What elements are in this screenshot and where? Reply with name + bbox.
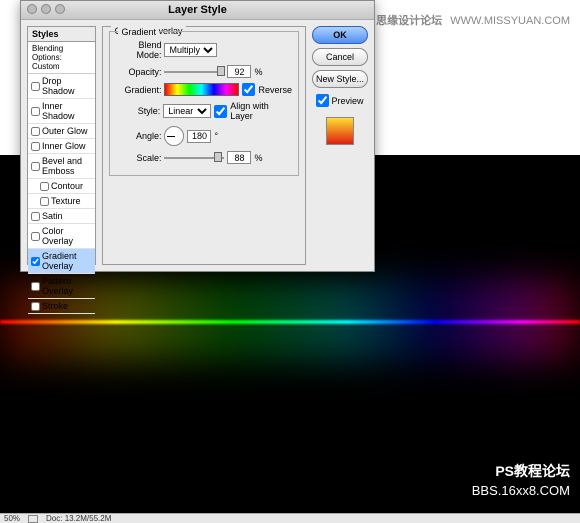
style-checkbox[interactable] [31,282,40,291]
style-checkbox[interactable] [31,127,40,136]
style-label: Bevel and Emboss [42,156,92,176]
preview-swatch [326,117,354,145]
group-title: Gradient [118,27,159,37]
zoom-level[interactable]: 50% [4,514,20,523]
style-label: Gradient Overlay [42,251,92,271]
style-item-pattern-overlay[interactable]: Pattern Overlay [28,274,95,299]
angle-unit: ° [214,131,218,141]
style-item-color-overlay[interactable]: Color Overlay [28,224,95,249]
opacity-unit: % [254,67,262,77]
style-label: Style: [116,106,160,116]
align-label: Align with Layer [230,101,292,121]
scale-slider[interactable] [164,157,224,159]
style-checkbox[interactable] [40,182,49,191]
styles-panel: Styles Blending Options: Custom Drop Sha… [27,26,96,265]
style-item-bevel-and-emboss[interactable]: Bevel and Emboss [28,154,95,179]
preview-label: Preview [331,96,363,106]
opacity-row: Opacity: % [116,65,292,78]
gradient-label: Gradient: [116,85,161,95]
style-checkbox[interactable] [31,232,40,241]
style-item-inner-glow[interactable]: Inner Glow [28,139,95,154]
watermark-cn: 思缘设计论坛 [376,15,442,27]
style-checkbox[interactable] [31,212,40,221]
scale-row: Scale: % [116,151,292,164]
style-label: Color Overlay [42,226,92,246]
opacity-input[interactable] [227,65,251,78]
doc-size: Doc: 13.2M/55.2M [46,514,111,523]
style-label: Inner Shadow [42,101,92,121]
scale-unit: % [254,153,262,163]
gradient-fieldset: Gradient Blend Mode: Multiply Opacity: %… [109,31,299,176]
status-bar: 50% Doc: 13.2M/55.2M [0,513,580,523]
reverse-label: Reverse [258,85,292,95]
style-checkbox[interactable] [40,197,49,206]
style-label: Stroke [42,301,68,311]
angle-input[interactable] [187,130,211,143]
rainbow-line [0,320,580,324]
scale-label: Scale: [116,153,161,163]
style-label: Contour [51,181,83,191]
watermark-url: WWW.MISSYUAN.COM [450,15,570,27]
settings-panel: Gradient Overlay Gradient Blend Mode: Mu… [102,26,306,265]
style-item-drop-shadow[interactable]: Drop Shadow [28,74,95,99]
style-label: Texture [51,196,81,206]
style-item-gradient-overlay[interactable]: Gradient Overlay [28,249,95,274]
blend-mode-label: Blend Mode: [116,40,161,60]
style-label: Pattern Overlay [42,276,92,296]
style-label: Drop Shadow [42,76,92,96]
style-checkbox[interactable] [31,257,40,266]
angle-dial[interactable] [164,126,184,146]
style-row: Style: Linear Align with Layer [116,101,292,121]
dialog-title: Layer Style [168,4,227,16]
watermark-bottom-line2: BBS.16xx8.COM [472,483,570,498]
styles-list: Drop Shadow Inner Shadow Outer Glow Inner G… [28,74,95,314]
reverse-checkbox[interactable] [242,83,255,96]
watermark-bottom-line1: PS教程论坛 [472,461,570,481]
style-item-contour[interactable]: Contour [28,179,95,194]
style-checkbox[interactable] [31,142,40,151]
buttons-panel: OK Cancel New Style... Preview [312,26,368,265]
watermark-bottom: PS教程论坛 BBS.16xx8.COM [472,461,570,498]
layer-style-dialog: Layer Style Styles Blending Options: Cus… [20,0,375,272]
angle-label: Angle: [116,131,161,141]
scale-input[interactable] [227,151,251,164]
blending-options[interactable]: Blending Options: Custom [28,42,95,74]
style-item-outer-glow[interactable]: Outer Glow [28,124,95,139]
style-label: Inner Glow [42,141,86,151]
ok-button[interactable]: OK [312,26,368,44]
style-checkbox[interactable] [31,82,40,91]
blend-mode-row: Blend Mode: Multiply [116,40,292,60]
preview-row: Preview [316,94,363,107]
dialog-body: Styles Blending Options: Custom Drop Sha… [21,20,374,271]
style-item-stroke[interactable]: Stroke [28,299,95,314]
style-label: Outer Glow [42,126,88,136]
opacity-slider[interactable] [164,71,224,73]
style-label: Satin [42,211,63,221]
style-item-satin[interactable]: Satin [28,209,95,224]
close-icon[interactable] [27,4,37,14]
style-checkbox[interactable] [31,107,40,116]
blend-mode-select[interactable]: Multiply [164,43,217,57]
opacity-label: Opacity: [116,67,161,77]
new-style-button[interactable]: New Style... [312,70,368,88]
style-item-inner-shadow[interactable]: Inner Shadow [28,99,95,124]
dialog-titlebar[interactable]: Layer Style [21,1,374,20]
minimize-icon[interactable] [41,4,51,14]
window-controls [27,4,65,14]
watermark-top: 思缘设计论坛 WWW.MISSYUAN.COM [376,12,570,28]
preview-checkbox[interactable] [316,94,329,107]
styles-header[interactable]: Styles [28,27,95,42]
angle-row: Angle: ° [116,126,292,146]
status-icon[interactable] [28,515,38,523]
style-checkbox[interactable] [31,302,40,311]
style-item-texture[interactable]: Texture [28,194,95,209]
cancel-button[interactable]: Cancel [312,48,368,66]
style-select[interactable]: Linear [163,104,211,118]
zoom-icon[interactable] [55,4,65,14]
gradient-row: Gradient: Reverse [116,83,292,96]
style-checkbox[interactable] [31,162,40,171]
gradient-picker[interactable] [164,83,239,96]
align-checkbox[interactable] [214,105,227,118]
